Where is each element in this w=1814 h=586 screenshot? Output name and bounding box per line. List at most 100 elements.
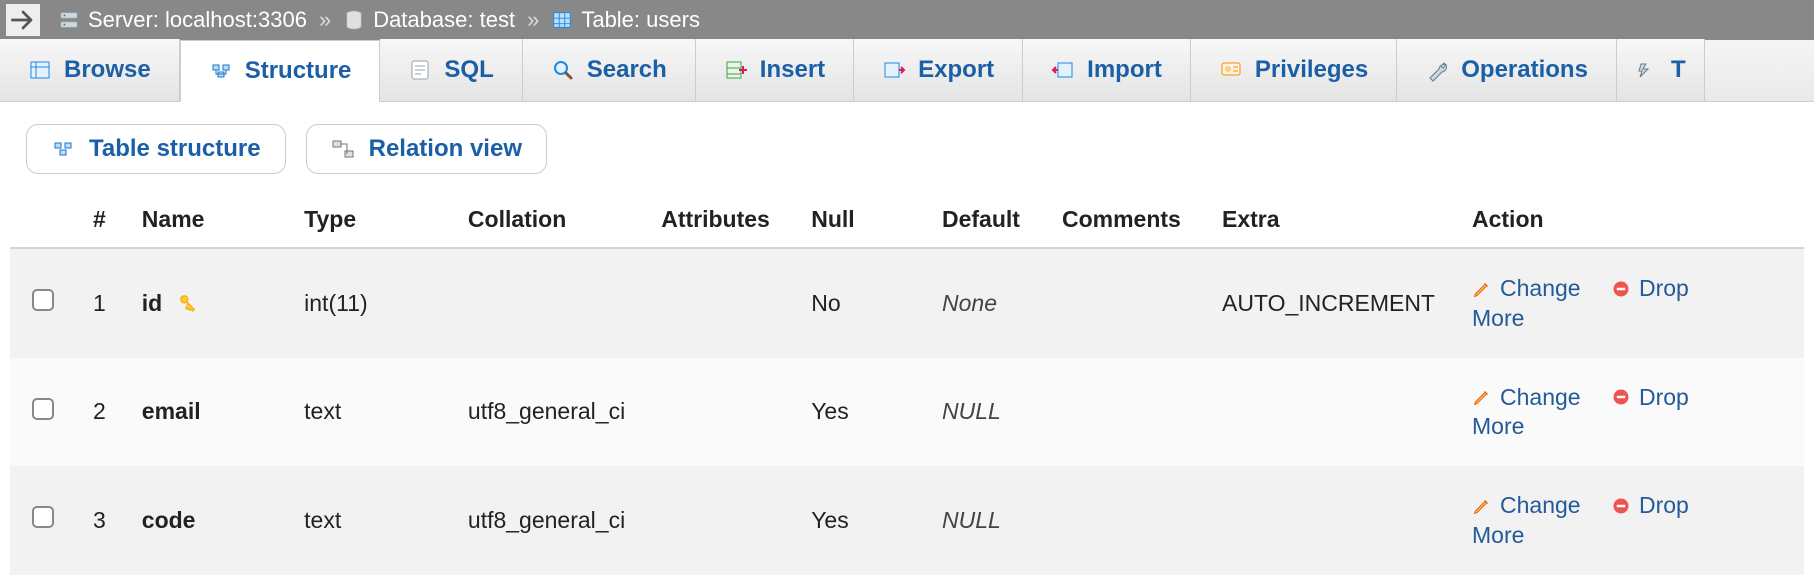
pencil-icon — [1472, 279, 1492, 299]
cell-null: Yes — [793, 358, 924, 467]
col-head-comments[interactable]: Comments — [1044, 192, 1204, 248]
tab-label: Structure — [245, 57, 352, 85]
action-more[interactable]: More — [1472, 305, 1524, 332]
cell-collation: utf8_general_ci — [450, 466, 643, 575]
drop-icon — [1611, 279, 1631, 299]
tab-label: Export — [918, 56, 994, 84]
col-head-action[interactable]: Action — [1454, 192, 1804, 248]
server-icon — [58, 9, 80, 31]
col-head-attributes[interactable]: Attributes — [643, 192, 793, 248]
col-head-collation[interactable]: Collation — [450, 192, 643, 248]
breadcrumb-database[interactable]: Database: test — [373, 7, 515, 33]
cell-type: text — [286, 358, 450, 467]
col-head-default[interactable]: Default — [924, 192, 1044, 248]
cell-extra: AUTO_INCREMENT — [1204, 248, 1454, 358]
cell-attributes — [643, 248, 793, 358]
action-drop[interactable]: Drop — [1611, 275, 1689, 302]
database-icon — [343, 9, 365, 31]
action-change[interactable]: Change — [1472, 275, 1581, 302]
cell-collation: utf8_general_ci — [450, 358, 643, 467]
structure-icon — [51, 137, 75, 161]
primary-key-icon — [177, 292, 199, 314]
col-head-type[interactable]: Type — [286, 192, 450, 248]
breadcrumb-server[interactable]: Server: localhost:3306 — [88, 7, 307, 33]
collapse-nav-button[interactable] — [6, 4, 40, 36]
table-row: 3 code text utf8_general_ci Yes NULL Cha… — [10, 466, 1804, 575]
tab-structure[interactable]: Structure — [180, 40, 381, 102]
action-change[interactable]: Change — [1472, 384, 1581, 411]
cell-extra — [1204, 358, 1454, 467]
tab-privileges[interactable]: Privileges — [1191, 39, 1397, 101]
col-head-extra[interactable]: Extra — [1204, 192, 1454, 248]
privileges-icon — [1219, 58, 1243, 82]
cell-num: 1 — [75, 248, 124, 358]
tab-search[interactable]: Search — [523, 39, 696, 101]
tab-import[interactable]: Import — [1023, 39, 1191, 101]
subtab-relation-view[interactable]: Relation view — [306, 124, 547, 174]
structure-table: # Name Type Collation Attributes Null De… — [10, 192, 1804, 575]
operations-icon — [1425, 58, 1449, 82]
pencil-icon — [1472, 387, 1492, 407]
cell-collation — [450, 248, 643, 358]
col-head-null[interactable]: Null — [793, 192, 924, 248]
breadcrumb-separator: » — [527, 7, 539, 33]
tab-label: Operations — [1461, 56, 1588, 84]
sql-icon — [408, 58, 432, 82]
cell-null: Yes — [793, 466, 924, 575]
search-icon — [551, 58, 575, 82]
drop-icon — [1611, 387, 1631, 407]
action-drop[interactable]: Drop — [1611, 384, 1689, 411]
tab-export[interactable]: Export — [854, 39, 1023, 101]
breadcrumb-table[interactable]: Table: users — [581, 7, 700, 33]
cell-extra — [1204, 466, 1454, 575]
row-checkbox[interactable] — [32, 506, 54, 528]
tab-label: Search — [587, 56, 667, 84]
cell-num: 2 — [75, 358, 124, 467]
drop-icon — [1611, 496, 1631, 516]
cell-attributes — [643, 358, 793, 467]
tab-label: Browse — [64, 56, 151, 84]
subtab-table-structure[interactable]: Table structure — [26, 124, 286, 174]
cell-comments — [1044, 466, 1204, 575]
tab-label: Insert — [760, 56, 825, 84]
action-more[interactable]: More — [1472, 522, 1524, 549]
row-checkbox[interactable] — [32, 398, 54, 420]
cell-action: Change Drop More — [1454, 248, 1804, 358]
table-header-row: # Name Type Collation Attributes Null De… — [10, 192, 1804, 248]
tab-browse[interactable]: Browse — [0, 39, 180, 101]
tab-insert[interactable]: Insert — [696, 39, 854, 101]
cell-type: int(11) — [286, 248, 450, 358]
tab-sql[interactable]: SQL — [380, 39, 522, 101]
action-more[interactable]: More — [1472, 413, 1524, 440]
action-drop[interactable]: Drop — [1611, 492, 1689, 519]
cell-name: code — [124, 466, 286, 575]
subtab-label: Table structure — [89, 135, 261, 163]
pencil-icon — [1472, 496, 1492, 516]
cell-default: None — [924, 248, 1044, 358]
action-change[interactable]: Change — [1472, 492, 1581, 519]
cell-comments — [1044, 358, 1204, 467]
subtab-label: Relation view — [369, 135, 522, 163]
cell-default: NULL — [924, 358, 1044, 467]
cell-action: Change Drop More — [1454, 466, 1804, 575]
structure-icon — [209, 59, 233, 83]
cell-name: email — [124, 358, 286, 467]
main-tab-bar: Browse Structure SQL Search Insert Expor… — [0, 40, 1814, 102]
table-row: 1 id int(11) No None AUTO_INCREMENT Chan… — [10, 248, 1804, 358]
row-checkbox[interactable] — [32, 289, 54, 311]
cell-action: Change Drop More — [1454, 358, 1804, 467]
col-head-num[interactable]: # — [75, 192, 124, 248]
table-icon — [551, 9, 573, 31]
insert-icon — [724, 58, 748, 82]
sub-tab-bar: Table structure Relation view — [0, 102, 1814, 182]
tab-more[interactable]: T — [1617, 39, 1705, 101]
cell-attributes — [643, 466, 793, 575]
breadcrumb-bar: Server: localhost:3306 » Database: test … — [0, 0, 1814, 40]
tab-label: Import — [1087, 56, 1162, 84]
tab-operations[interactable]: Operations — [1397, 39, 1617, 101]
tab-label: SQL — [444, 56, 493, 84]
tab-label: Privileges — [1255, 56, 1368, 84]
breadcrumb-separator: » — [319, 7, 331, 33]
cell-num: 3 — [75, 466, 124, 575]
col-head-name[interactable]: Name — [124, 192, 286, 248]
